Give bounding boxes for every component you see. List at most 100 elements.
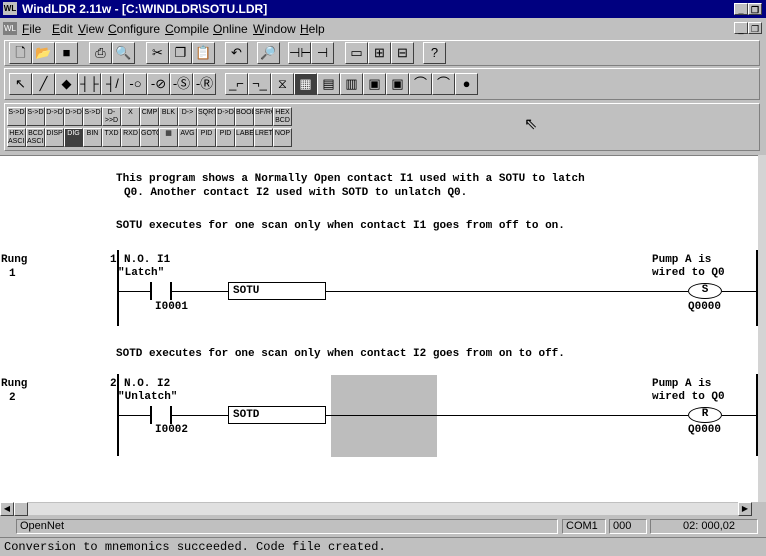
menu-help[interactable]: Help <box>300 22 325 36</box>
rxd-button[interactable]: RXD <box>121 128 140 147</box>
txd-button[interactable]: TXD <box>102 128 121 147</box>
menu-view[interactable]: View <box>78 22 104 36</box>
counter-icon[interactable]: ▦ <box>294 73 317 95</box>
monitor-icon[interactable]: ⊣⊢ <box>288 42 311 64</box>
doc-restore-icon[interactable]: ❐ <box>748 22 762 34</box>
movn-button[interactable]: S->D <box>26 107 45 126</box>
bcd-ascii-button[interactable]: BCD ASCII <box>26 128 45 147</box>
coil-icon[interactable]: -○ <box>124 73 147 95</box>
find-icon[interactable]: 🔎 <box>257 42 280 64</box>
pid-button[interactable]: PID <box>197 128 216 147</box>
set-coil-icon[interactable]: -Ⓢ <box>170 73 193 95</box>
copy-icon[interactable]: ❐ <box>169 42 192 64</box>
sfr-icon[interactable]: ▥ <box>340 73 363 95</box>
rung2-contact-left[interactable] <box>150 406 152 424</box>
bmov-button[interactable]: S->D <box>83 107 102 126</box>
icmp-button[interactable]: BLK <box>159 107 178 126</box>
jump-end-icon[interactable]: ⌒ <box>432 73 455 95</box>
rung1-wire <box>722 291 758 292</box>
nop-button[interactable]: NOP <box>273 128 292 147</box>
lret-button[interactable]: LRET <box>254 128 273 147</box>
ladder2-icon[interactable]: ⊟ <box>391 42 414 64</box>
sftl-button[interactable]: SF/RO <box>254 107 273 126</box>
rung2-coil-address: Q0000 <box>688 424 722 436</box>
calendar-button[interactable]: ▦ <box>159 128 178 147</box>
print-icon[interactable]: ⎙ <box>89 42 112 64</box>
eraser-icon[interactable]: ◆ <box>55 73 78 95</box>
open-icon[interactable]: 📂 <box>32 42 55 64</box>
end-icon[interactable]: ● <box>455 73 478 95</box>
status-port: COM1 <box>562 519 606 534</box>
add-button[interactable]: D-> <box>178 107 197 126</box>
horizontal-scrollbar[interactable]: ◀ ▶ <box>0 502 766 516</box>
menu-online[interactable]: Online <box>213 22 248 36</box>
menu-window[interactable]: Window <box>253 22 296 36</box>
and-button[interactable]: D->D <box>216 107 235 126</box>
hex-ascii-button[interactable]: HEX ASCII <box>7 128 26 147</box>
sotd-icon[interactable]: ¬_ <box>248 73 271 95</box>
restore-icon[interactable]: ❐ <box>748 3 762 15</box>
label-button[interactable]: LABEL <box>235 128 254 147</box>
scroll-track[interactable] <box>28 503 738 515</box>
imov-button[interactable]: D->D <box>45 107 64 126</box>
ladder-editor[interactable]: This program shows a Normally Open conta… <box>0 155 758 502</box>
reset-coil-icon[interactable]: -Ⓡ <box>193 73 216 95</box>
rung2-contact-address: I0002 <box>155 424 189 436</box>
paste-icon[interactable]: 📋 <box>192 42 215 64</box>
ladder-icon[interactable]: ⊞ <box>368 42 391 64</box>
goto-button[interactable]: GOTO <box>140 128 159 147</box>
rung2-reset-coil[interactable]: R <box>688 407 722 423</box>
pid2-button[interactable]: PID <box>216 128 235 147</box>
doc-icon[interactable]: WL <box>3 22 17 35</box>
device-icon[interactable]: ▭ <box>345 42 368 64</box>
coil-not-icon[interactable]: -⊘ <box>147 73 170 95</box>
bool-button[interactable]: BOOL <box>235 107 254 126</box>
shift-icon[interactable]: ▤ <box>317 73 340 95</box>
scroll-left-icon[interactable]: ◀ <box>0 502 14 516</box>
select-icon[interactable]: ↖ <box>9 73 32 95</box>
mcr-icon[interactable]: ▣ <box>386 73 409 95</box>
minimize-icon[interactable]: _ <box>734 3 748 15</box>
sotu-icon[interactable]: _⌐ <box>225 73 248 95</box>
cut-icon[interactable]: ✂ <box>146 42 169 64</box>
jump-icon[interactable]: ⌒ <box>409 73 432 95</box>
root-button[interactable]: SQRT <box>197 107 216 126</box>
contact-no-icon[interactable]: ┤├ <box>78 73 101 95</box>
dig-button[interactable]: DIG <box>64 128 83 147</box>
new-icon[interactable]: 🗋 <box>9 42 32 64</box>
standard-toolbar: 🗋 📂 ■ ⎙ 🔍 ✂ ❐ 📋 ↶ 🔎 ⊣⊢ ⊣ ▭ ⊞ ⊟ ? <box>4 40 760 66</box>
print-preview-icon[interactable]: 🔍 <box>112 42 135 64</box>
hex-bcd-button[interactable]: HEX BCD <box>273 107 292 126</box>
menu-edit[interactable]: Edit <box>52 22 73 36</box>
rung1-contact-left[interactable] <box>150 282 152 300</box>
bin-button[interactable]: BIN <box>83 128 102 147</box>
help-icon[interactable]: ? <box>423 42 446 64</box>
rung1-sotu-box[interactable]: SOTU <box>228 282 326 300</box>
timer-icon[interactable]: ⧖ <box>271 73 294 95</box>
scroll-thumb[interactable] <box>14 502 28 516</box>
rung1-set-coil[interactable]: S <box>688 283 722 299</box>
vertical-scrollbar[interactable] <box>758 155 766 502</box>
contact-nc-icon[interactable]: ┤/├ <box>101 73 124 95</box>
cmp-button[interactable]: CMP <box>140 107 159 126</box>
avg-button[interactable]: AVG <box>178 128 197 147</box>
line-icon[interactable]: ╱ <box>32 73 55 95</box>
mcs-icon[interactable]: ▣ <box>363 73 386 95</box>
menu-file[interactable]: File <box>22 22 41 36</box>
rung1-coil-comment1: Pump A is <box>652 254 712 266</box>
menu-configure[interactable]: Configure <box>108 22 160 36</box>
app-icon[interactable]: WL <box>3 2 17 15</box>
rung-icon[interactable]: ⊣ <box>311 42 334 64</box>
mov-button[interactable]: S->D <box>7 107 26 126</box>
undo-icon[interactable]: ↶ <box>225 42 248 64</box>
scroll-right-icon[interactable]: ▶ <box>738 502 752 516</box>
doc-minimize-icon[interactable]: _ <box>734 22 748 34</box>
menu-compile[interactable]: Compile <box>165 22 209 36</box>
rung2-sotd-box[interactable]: SOTD <box>228 406 326 424</box>
disp-button[interactable]: DISP <box>45 128 64 147</box>
selection-highlight[interactable] <box>331 375 437 457</box>
xchg-button[interactable]: X <box>121 107 140 126</box>
imovn-button[interactable]: D->D <box>64 107 83 126</box>
save-icon[interactable]: ■ <box>55 42 78 64</box>
nset-button[interactable]: D->>D <box>102 107 121 126</box>
